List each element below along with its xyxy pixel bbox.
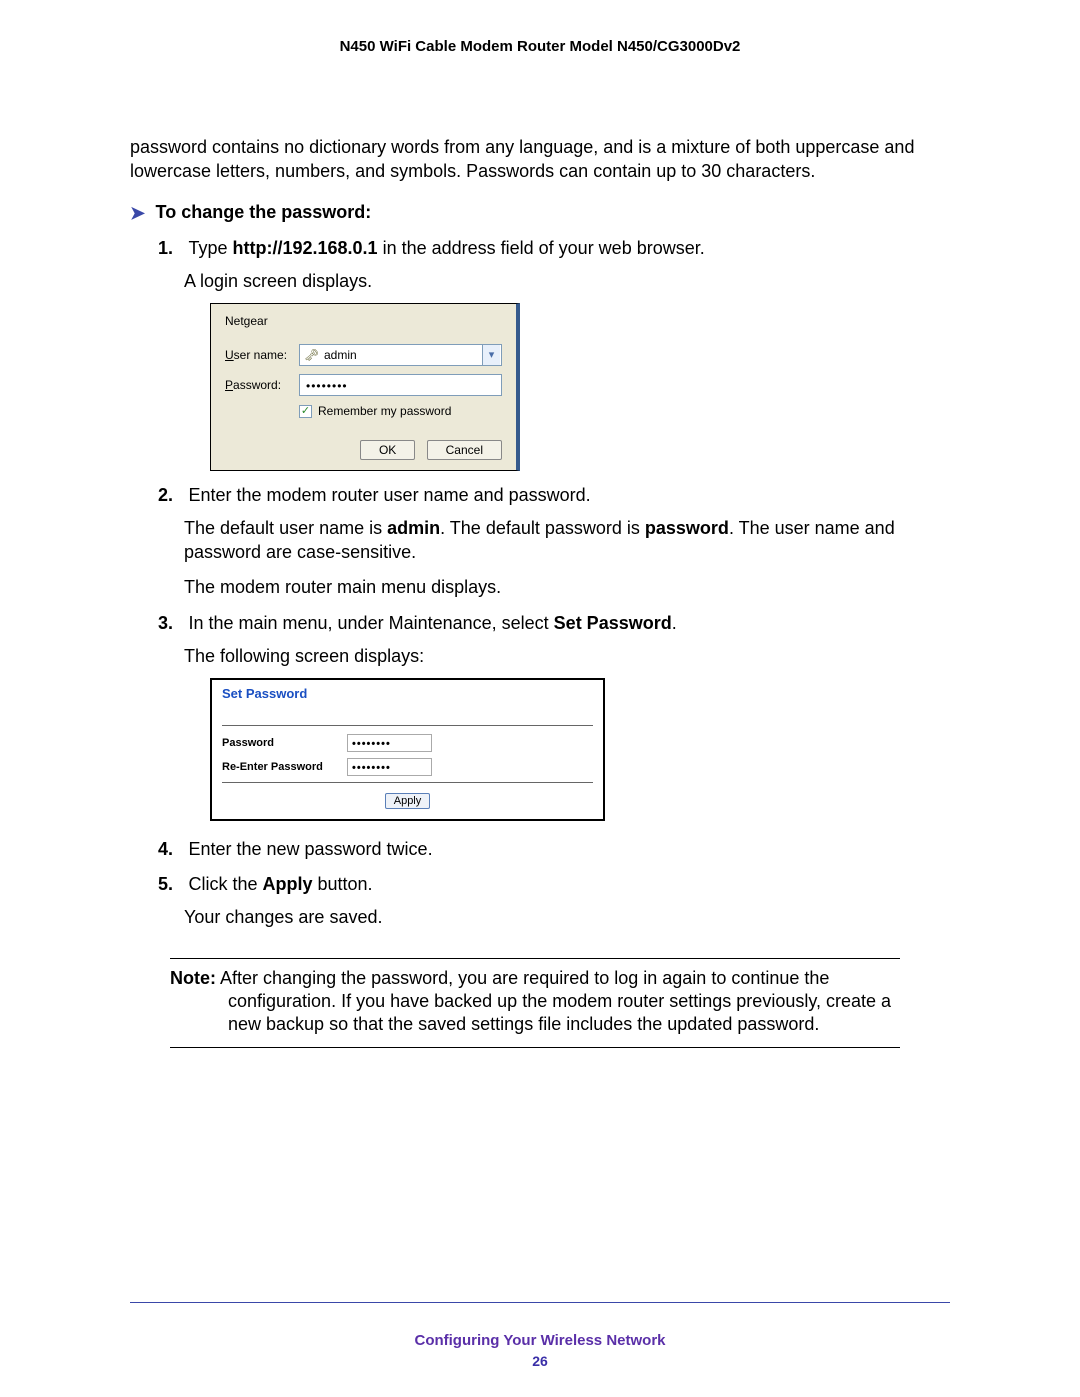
chevron-down-icon[interactable]: ▾ — [482, 345, 500, 365]
text-fragment: . — [672, 613, 677, 633]
login-site-label: Netgear — [225, 314, 502, 328]
reenter-password-row: Re-Enter Password •••••••• — [222, 758, 593, 776]
ok-button[interactable]: OK — [360, 440, 415, 460]
step-4: 4. Enter the new password twice. — [158, 839, 950, 860]
text-fragment: Type — [188, 238, 232, 258]
username-label: User name: — [225, 348, 299, 362]
text-bold: Apply — [262, 874, 312, 894]
footer-section: Configuring Your Wireless Network — [0, 1332, 1080, 1349]
step-2: 2. Enter the modem router user name and … — [158, 485, 950, 599]
apply-button[interactable]: Apply — [385, 793, 431, 809]
text-bold: http://192.168.0.1 — [232, 238, 377, 258]
username-row: User name: 🗝 admin ▾ — [225, 344, 502, 366]
password-input[interactable]: •••••••• — [347, 734, 432, 752]
field-label: Re-Enter Password — [222, 761, 347, 773]
text-fragment: In the main menu, under Maintenance, sel… — [188, 613, 553, 633]
text-fragment: The default user name is — [184, 518, 387, 538]
steps-list: 1. Type http://192.168.0.1 in the addres… — [158, 238, 950, 930]
step-1: 1. Type http://192.168.0.1 in the addres… — [158, 238, 950, 471]
step-number: 3. — [158, 613, 184, 634]
login-buttons: OK Cancel — [225, 440, 502, 460]
step-text: Enter the new password twice. — [188, 839, 432, 859]
footer-page-number: 26 — [0, 1353, 1080, 1369]
text-bold: admin — [387, 518, 440, 538]
step-number: 4. — [158, 839, 184, 860]
username-combo[interactable]: 🗝 admin ▾ — [299, 344, 502, 366]
document-page: N450 WiFi Cable Modem Router Model N450/… — [0, 0, 1080, 1397]
set-password-figure: Set Password Password •••••••• Re-Enter … — [210, 678, 605, 821]
step-5: 5. Click the Apply button. Your changes … — [158, 874, 950, 929]
intro-paragraph: password contains no dictionary words fr… — [130, 135, 950, 184]
step-text: Type http://192.168.0.1 in the address f… — [188, 238, 704, 258]
remember-checkbox[interactable]: ✓ — [299, 405, 312, 418]
step-subtext: The modem router main menu displays. — [184, 575, 950, 599]
step-subtext: The default user name is admin. The defa… — [184, 516, 950, 565]
text-fragment: . The default password is — [440, 518, 645, 538]
password-label: Password: — [225, 378, 299, 392]
step-number: 1. — [158, 238, 184, 259]
text-bold: password — [645, 518, 729, 538]
note-label: Note: — [170, 968, 216, 988]
footer-rule — [130, 1302, 950, 1303]
text-fragment: in the address field of your web browser… — [378, 238, 705, 258]
text-fragment: Click the — [188, 874, 262, 894]
login-dialog-figure: Netgear User name: 🗝 admin ▾ Password: — [210, 303, 520, 471]
password-field-row: Password •••••••• — [222, 734, 593, 752]
remember-row: ✓ Remember my password — [299, 404, 502, 418]
step-subtext: The following screen displays: — [184, 644, 950, 668]
step-subtext: Your changes are saved. — [184, 905, 950, 929]
text-fragment: button. — [313, 874, 373, 894]
password-input[interactable]: •••••••• — [299, 374, 502, 396]
divider — [222, 782, 593, 783]
divider — [222, 725, 593, 726]
username-value: admin — [324, 348, 482, 362]
step-number: 5. — [158, 874, 184, 895]
step-number: 2. — [158, 485, 184, 506]
note-text: Note: After changing the password, you a… — [170, 967, 900, 1037]
password-row: Password: •••••••• — [225, 374, 502, 396]
procedure-heading: ➤ To change the password: — [130, 202, 950, 224]
note-rule-bottom — [170, 1047, 900, 1048]
apply-row: Apply — [222, 793, 593, 809]
document-header: N450 WiFi Cable Modem Router Model N450/… — [130, 38, 950, 55]
note-block: Note: After changing the password, you a… — [170, 958, 900, 1048]
procedure-title: To change the password: — [156, 202, 372, 222]
step-text: In the main menu, under Maintenance, sel… — [188, 613, 676, 633]
step-text: Click the Apply button. — [188, 874, 372, 894]
reenter-password-input[interactable]: •••••••• — [347, 758, 432, 776]
remember-label: Remember my password — [318, 404, 451, 418]
cancel-button[interactable]: Cancel — [427, 440, 502, 460]
chevron-right-icon: ➤ — [130, 203, 145, 224]
step-subtext: A login screen displays. — [184, 269, 950, 293]
step-3: 3. In the main menu, under Maintenance, … — [158, 613, 950, 821]
note-body: After changing the password, you are req… — [216, 968, 891, 1035]
note-rule-top — [170, 958, 900, 959]
text-bold: Set Password — [554, 613, 672, 633]
key-icon: 🗝 — [304, 348, 318, 362]
field-label: Password — [222, 737, 347, 749]
step-text: Enter the modem router user name and pas… — [188, 485, 590, 505]
panel-title: Set Password — [222, 686, 593, 701]
